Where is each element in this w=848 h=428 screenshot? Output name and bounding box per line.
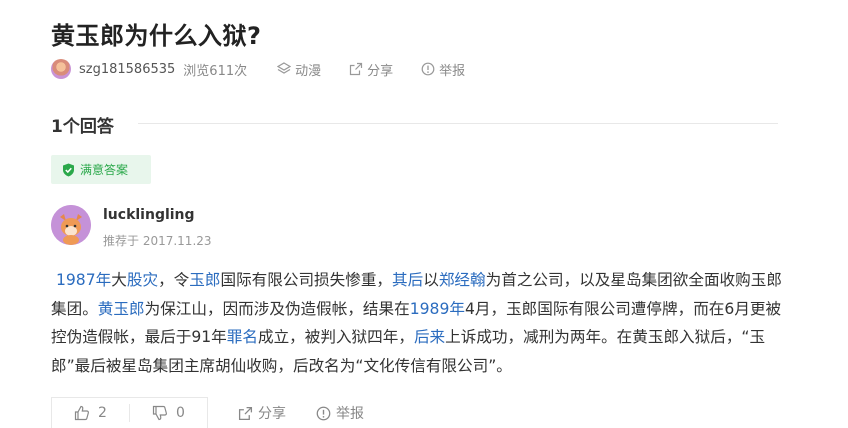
answerer-name[interactable]: lucklingling <box>103 207 195 223</box>
answer-body-text: 成立，被判入狱四年， <box>257 328 414 347</box>
vote-box: 2 0 <box>51 397 208 428</box>
answer-body-link[interactable]: 黄玉郎 <box>98 300 145 318</box>
report-button[interactable]: 举报 <box>421 60 465 79</box>
answer-date: 推荐于 2017.11.23 <box>103 234 212 248</box>
thumbs-up-icon <box>74 405 90 421</box>
answer-body-link[interactable]: 罪名 <box>227 328 258 346</box>
thumbs-down-icon <box>152 405 168 421</box>
layers-icon <box>277 62 292 74</box>
answer-share-button[interactable]: 分享 <box>238 403 286 423</box>
answer-share-label: 分享 <box>258 406 286 422</box>
answer-body: 1987年大股灾，令玉郎国际有限公司损失惨重，其后以郑经翰为首之公司，以及星岛集… <box>51 266 791 380</box>
answer-report-label: 举报 <box>336 406 364 422</box>
asker-name[interactable]: szg181586535 <box>79 62 175 77</box>
like-button[interactable]: 2 <box>52 398 129 428</box>
answer-body-text: 以 <box>423 271 439 289</box>
question-title: 黄玉郎为什么入狱? <box>51 22 262 50</box>
badge-label: 满意答案 <box>80 163 129 177</box>
answer-body-text: ，令 <box>158 271 190 289</box>
category-link[interactable]: 动漫 <box>277 60 321 79</box>
answer-report-button[interactable]: 举报 <box>316 403 364 423</box>
answer-body-link[interactable]: 1987年 <box>56 271 111 289</box>
alert-icon <box>316 406 331 420</box>
answer-body-text: 国际有限公司损失惨重， <box>220 271 393 289</box>
asker-avatar[interactable] <box>51 59 71 79</box>
report-label: 举报 <box>439 63 466 79</box>
share-button[interactable]: 分享 <box>349 60 393 79</box>
answer-body-link[interactable]: 股灾 <box>127 271 158 289</box>
answer-body-link[interactable]: 玉郎 <box>189 271 220 289</box>
answer-body-text: 大 <box>111 271 127 289</box>
share-label: 分享 <box>367 63 394 79</box>
view-count: 浏览611次 <box>183 63 248 79</box>
category-label: 动漫 <box>295 63 322 79</box>
share-icon <box>350 62 363 76</box>
fox-avatar-icon <box>51 205 91 245</box>
answerer-avatar[interactable] <box>51 205 91 245</box>
answer-body-link[interactable]: 1989年 <box>410 300 465 318</box>
answer-body-link[interactable]: 郑经翰 <box>439 271 486 289</box>
alert-icon <box>421 62 435 76</box>
dislike-button[interactable]: 0 <box>130 398 207 428</box>
question-meta: szg181586535 浏览611次 动漫 分享 举报 <box>51 59 493 79</box>
answers-count-heading: 1个回答 <box>51 117 114 137</box>
share-icon <box>238 406 253 420</box>
answer-body-link[interactable]: 后来 <box>414 328 445 346</box>
shield-check-icon <box>63 163 74 176</box>
answer-footer: 2 0 分享 举报 <box>51 397 364 428</box>
answer-body-link[interactable]: 其后 <box>392 271 423 289</box>
like-count: 2 <box>98 405 107 421</box>
best-answer-badge: 满意答案 <box>51 155 151 184</box>
divider <box>138 123 778 124</box>
dislike-count: 0 <box>176 405 185 421</box>
answer-body-text: 为保江山，因而涉及伪造假帐，结果在 <box>144 299 410 318</box>
